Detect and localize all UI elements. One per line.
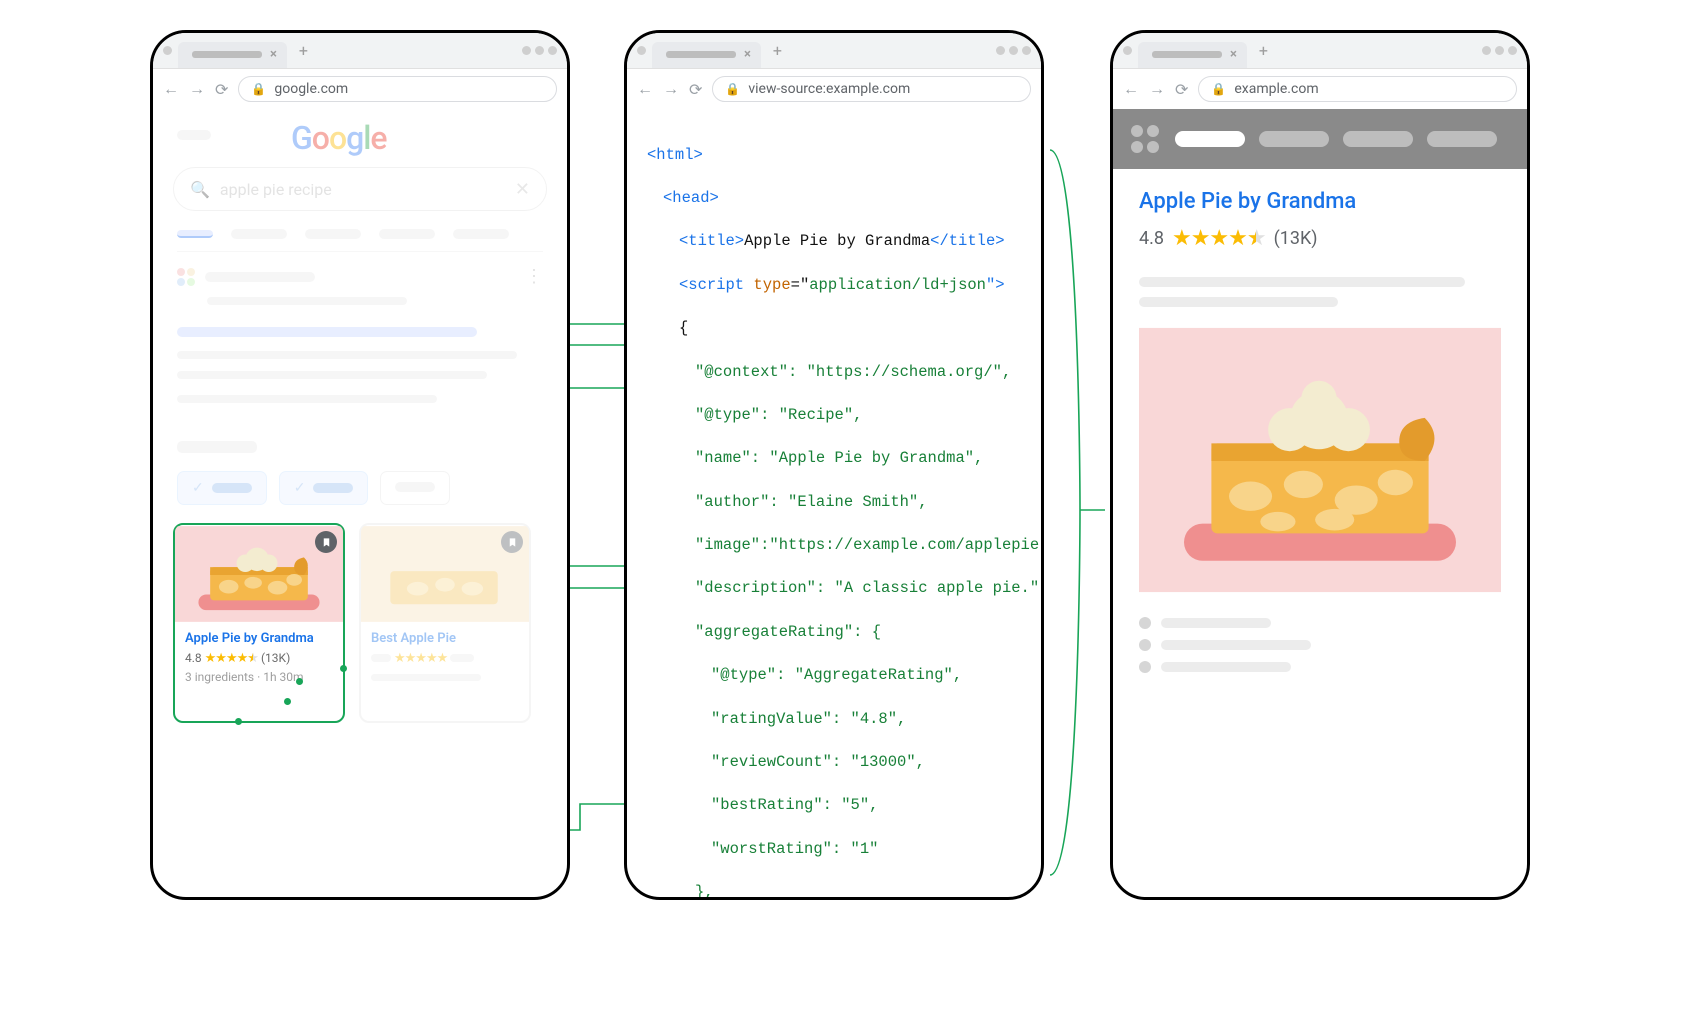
window-titlebar: × + bbox=[153, 33, 567, 69]
google-search-phone: × + ← → ⟳ 🔒 google.com Google 🔍 apple pie … bbox=[150, 30, 570, 900]
recipe-card-secondary[interactable]: Best Apple Pie ★★★★★ bbox=[359, 523, 531, 723]
source-code: <html> <head> <title>Apple Pie by Grandm… bbox=[627, 109, 1041, 900]
view-source-phone: × + ← → ⟳ 🔒 view-source:example.com <html… bbox=[624, 30, 1044, 900]
lock-icon: 🔒 bbox=[1211, 82, 1226, 96]
search-query: apple pie recipe bbox=[220, 180, 332, 199]
address-field[interactable]: 🔒 view-source:example.com bbox=[712, 76, 1031, 102]
url-bar: ← → ⟳ 🔒 google.com bbox=[153, 69, 567, 109]
close-icon[interactable]: × bbox=[270, 48, 277, 61]
forward-icon[interactable]: → bbox=[189, 79, 205, 99]
ingredient-list bbox=[1139, 617, 1501, 673]
forward-icon[interactable]: → bbox=[663, 79, 679, 99]
recipe-site-phone: × + ← → ⟳ 🔒 example.com Apple Pie by Gran… bbox=[1110, 30, 1530, 900]
reload-icon[interactable]: ⟳ bbox=[215, 80, 228, 99]
recipe-meta: 3 ingredients · 1h 30m bbox=[185, 668, 333, 686]
new-tab-button[interactable]: + bbox=[1259, 41, 1268, 60]
recipe-rating: 4.8 ★★★★★ (13K) bbox=[1139, 226, 1501, 251]
recipe-card-highlighted[interactable]: Apple Pie by Grandma 4.8 ★★★★★ (13K) 3 i… bbox=[173, 523, 345, 723]
new-tab-button[interactable]: + bbox=[773, 41, 782, 60]
site-header bbox=[1113, 109, 1527, 169]
back-icon[interactable]: ← bbox=[163, 79, 179, 99]
new-tab-button[interactable]: + bbox=[299, 41, 308, 60]
recipe-title: Apple Pie by Grandma bbox=[1139, 189, 1501, 214]
browser-tab[interactable]: × bbox=[1138, 42, 1247, 68]
reload-icon[interactable]: ⟳ bbox=[689, 80, 702, 99]
search-icon: 🔍 bbox=[190, 180, 210, 199]
google-logo: Google bbox=[291, 119, 387, 157]
browser-tab[interactable]: × bbox=[652, 42, 761, 68]
recipe-rating: 4.8 ★★★★★ (13K) bbox=[185, 649, 333, 669]
back-icon[interactable]: ← bbox=[637, 79, 653, 99]
close-icon[interactable]: × bbox=[744, 48, 751, 61]
recipe-card-title: Apple Pie by Grandma bbox=[185, 629, 333, 649]
url-text: example.com bbox=[1234, 81, 1318, 97]
recipe-hero-image bbox=[1139, 325, 1501, 595]
reload-icon[interactable]: ⟳ bbox=[1175, 80, 1188, 99]
search-box[interactable]: 🔍 apple pie recipe ✕ bbox=[173, 167, 547, 211]
nav-item[interactable] bbox=[1343, 131, 1413, 147]
nav-item[interactable] bbox=[1259, 131, 1329, 147]
address-field[interactable]: 🔒 example.com bbox=[1198, 76, 1517, 102]
lock-icon: 🔒 bbox=[251, 82, 266, 96]
bookmark-icon[interactable] bbox=[315, 531, 337, 553]
nav-item[interactable] bbox=[1175, 131, 1245, 147]
window-dot bbox=[163, 46, 172, 55]
lock-icon: 🔒 bbox=[725, 82, 740, 96]
recipe-card-row: Apple Pie by Grandma 4.8 ★★★★★ (13K) 3 i… bbox=[153, 523, 567, 723]
site-nav bbox=[1175, 131, 1497, 147]
url-text: google.com bbox=[274, 81, 348, 97]
back-icon[interactable]: ← bbox=[1123, 79, 1139, 99]
address-field[interactable]: 🔒 google.com bbox=[238, 76, 557, 102]
close-icon[interactable]: × bbox=[1230, 48, 1237, 61]
browser-tab[interactable]: × bbox=[178, 42, 287, 68]
nav-item[interactable] bbox=[1427, 131, 1497, 147]
forward-icon[interactable]: → bbox=[1149, 79, 1165, 99]
site-logo[interactable] bbox=[1131, 125, 1159, 153]
url-text: view-source:example.com bbox=[748, 81, 910, 97]
clear-icon[interactable]: ✕ bbox=[515, 179, 530, 200]
